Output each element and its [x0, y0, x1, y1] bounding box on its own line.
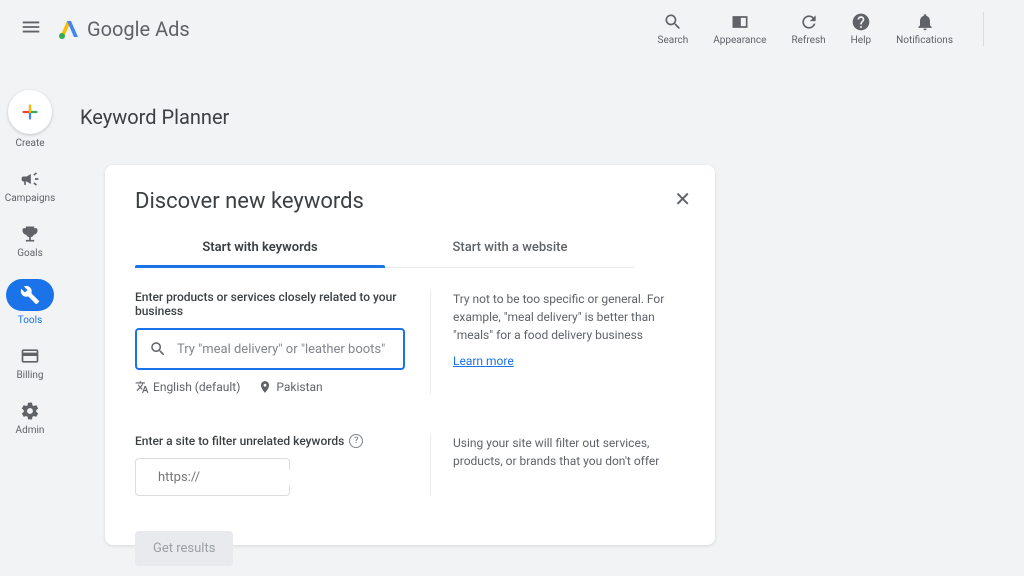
help-icon[interactable]: ?	[349, 434, 363, 448]
appearance-icon	[730, 12, 750, 32]
sidebar-item-admin[interactable]: Admin	[16, 401, 45, 436]
create-label: Create	[15, 138, 44, 149]
products-input-wrap[interactable]	[135, 328, 405, 370]
appearance-action[interactable]: Appearance	[713, 12, 766, 46]
billing-icon	[20, 346, 40, 366]
notifications-action[interactable]: Notifications	[896, 12, 953, 46]
search-icon	[149, 340, 167, 358]
goals-icon	[20, 224, 40, 244]
billing-label: Billing	[16, 370, 43, 381]
learn-more-link[interactable]: Learn more	[453, 354, 514, 368]
search-label: Search	[658, 35, 689, 46]
admin-label: Admin	[16, 425, 45, 436]
brand-text: Google Ads	[87, 17, 190, 41]
ads-logo-icon	[57, 17, 81, 41]
site-label: Enter a site to filter unrelated keyword…	[135, 434, 405, 448]
translate-icon	[135, 380, 149, 394]
products-label: Enter products or services closely relat…	[135, 290, 405, 318]
tools-label: Tools	[18, 315, 42, 326]
top-actions: Search Appearance Refresh Help Notificat…	[658, 12, 984, 46]
products-input[interactable]	[177, 342, 391, 357]
help-icon	[851, 12, 871, 32]
get-results-button[interactable]: Get results	[135, 531, 233, 566]
close-icon[interactable]: ✕	[674, 187, 691, 211]
location-chip[interactable]: Pakistan	[258, 380, 322, 394]
sidebar-item-billing[interactable]: Billing	[16, 346, 43, 381]
page-title: Keyword Planner	[80, 105, 229, 129]
tip1-text: Try not to be too specific or general. F…	[453, 290, 685, 344]
location-icon	[258, 380, 272, 394]
search-icon	[663, 12, 683, 32]
notifications-label: Notifications	[896, 35, 953, 46]
tabs: Start with keywords Start with a website	[135, 232, 635, 268]
divider	[983, 12, 984, 46]
card-title: Discover new keywords	[135, 189, 685, 214]
left-rail: Create Campaigns Goals Tools Billing Adm…	[0, 90, 60, 436]
help-label: Help	[851, 35, 871, 46]
help-action[interactable]: Help	[851, 12, 871, 46]
refresh-label: Refresh	[791, 35, 825, 46]
refresh-icon	[799, 12, 819, 32]
refresh-action[interactable]: Refresh	[791, 12, 825, 46]
goals-label: Goals	[17, 248, 43, 259]
discover-card: Discover new keywords ✕ Start with keywo…	[105, 165, 715, 545]
tab-website[interactable]: Start with a website	[385, 232, 635, 267]
tools-icon	[20, 285, 40, 305]
search-action[interactable]: Search	[658, 12, 689, 46]
site-input-wrap[interactable]	[135, 458, 290, 496]
site-input[interactable]	[158, 470, 324, 485]
campaigns-icon	[20, 169, 40, 189]
tab-keywords[interactable]: Start with keywords	[135, 232, 385, 267]
topbar: Google Ads Search Appearance Refresh Hel…	[0, 0, 1024, 58]
campaigns-label: Campaigns	[5, 193, 56, 204]
sidebar-item-goals[interactable]: Goals	[17, 224, 43, 259]
language-text: English (default)	[153, 380, 240, 394]
create-button[interactable]	[8, 90, 52, 134]
sidebar-item-campaigns[interactable]: Campaigns	[5, 169, 56, 204]
sidebar-item-tools[interactable]: Tools	[6, 279, 54, 326]
menu-icon[interactable]	[20, 16, 42, 42]
location-text: Pakistan	[276, 380, 322, 394]
logo[interactable]: Google Ads	[57, 17, 190, 41]
plus-icon	[19, 101, 41, 123]
appearance-label: Appearance	[713, 35, 766, 46]
tip2-text: Using your site will filter out services…	[453, 434, 685, 470]
bell-icon	[915, 12, 935, 32]
admin-icon	[20, 401, 40, 421]
language-chip[interactable]: English (default)	[135, 380, 240, 394]
